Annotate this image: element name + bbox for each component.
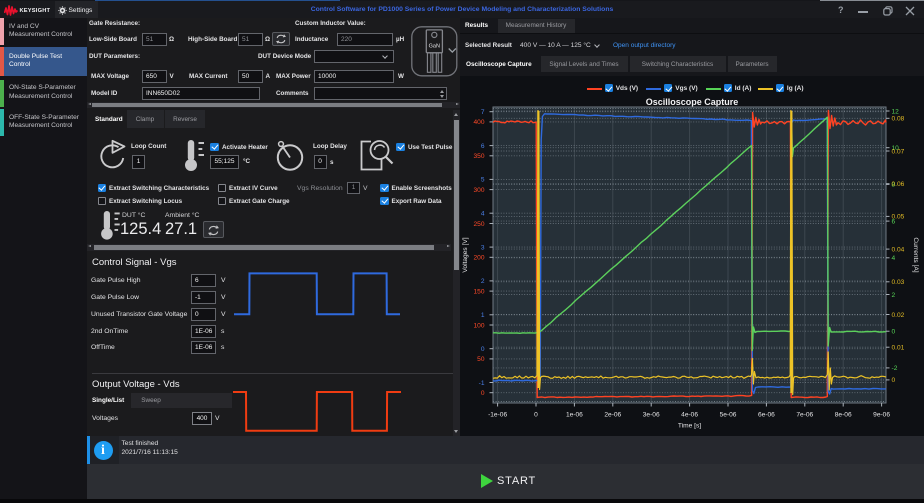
svg-text:0.06: 0.06 — [892, 181, 905, 188]
svg-text:7e-06: 7e-06 — [796, 412, 813, 419]
svg-text:6e-06: 6e-06 — [758, 412, 775, 419]
svg-text:8e-06: 8e-06 — [835, 412, 852, 419]
svg-text:200: 200 — [473, 255, 484, 262]
svg-text:350: 350 — [473, 153, 484, 160]
svg-text:12: 12 — [892, 108, 900, 115]
svg-text:0.01: 0.01 — [892, 345, 905, 352]
svg-text:9e-06: 9e-06 — [873, 412, 890, 419]
svg-text:2e-06: 2e-06 — [604, 412, 621, 419]
svg-text:50: 50 — [477, 356, 485, 363]
svg-text:2: 2 — [481, 278, 485, 285]
svg-text:-1: -1 — [479, 380, 485, 387]
svg-text:0: 0 — [892, 329, 896, 336]
svg-text:5e-06: 5e-06 — [720, 412, 737, 419]
svg-text:0.04: 0.04 — [892, 246, 905, 253]
svg-text:7: 7 — [481, 109, 485, 116]
svg-text:0.03: 0.03 — [892, 279, 905, 286]
svg-text:4: 4 — [481, 211, 485, 218]
svg-text:6: 6 — [481, 143, 485, 150]
svg-text:Currents [A]: Currents [A] — [912, 237, 919, 272]
svg-text:0.08: 0.08 — [892, 116, 905, 123]
svg-text:300: 300 — [473, 187, 484, 194]
svg-text:2: 2 — [892, 292, 896, 299]
svg-text:400: 400 — [473, 119, 484, 126]
svg-text:0: 0 — [481, 346, 485, 353]
svg-text:-1e-06: -1e-06 — [488, 412, 507, 419]
svg-text:4e-06: 4e-06 — [681, 412, 698, 419]
svg-text:0: 0 — [481, 390, 485, 397]
svg-text:1: 1 — [481, 312, 485, 319]
svg-text:100: 100 — [473, 322, 484, 329]
svg-text:Time [s]: Time [s] — [678, 423, 701, 430]
svg-text:150: 150 — [473, 288, 484, 295]
svg-text:1e-06: 1e-06 — [566, 412, 583, 419]
svg-text:0: 0 — [892, 377, 896, 384]
svg-text:0.05: 0.05 — [892, 214, 905, 221]
svg-text:0.02: 0.02 — [892, 312, 905, 319]
svg-text:Voltages [V]: Voltages [V] — [462, 237, 469, 272]
svg-text:3: 3 — [481, 244, 485, 251]
svg-text:3e-06: 3e-06 — [643, 412, 660, 419]
svg-text:0: 0 — [534, 412, 538, 419]
svg-text:0.07: 0.07 — [892, 148, 905, 155]
svg-text:GaN: GaN — [429, 44, 440, 50]
svg-text:4: 4 — [892, 255, 896, 262]
svg-text:-2: -2 — [892, 365, 898, 372]
svg-text:250: 250 — [473, 221, 484, 228]
svg-text:5: 5 — [481, 177, 485, 184]
